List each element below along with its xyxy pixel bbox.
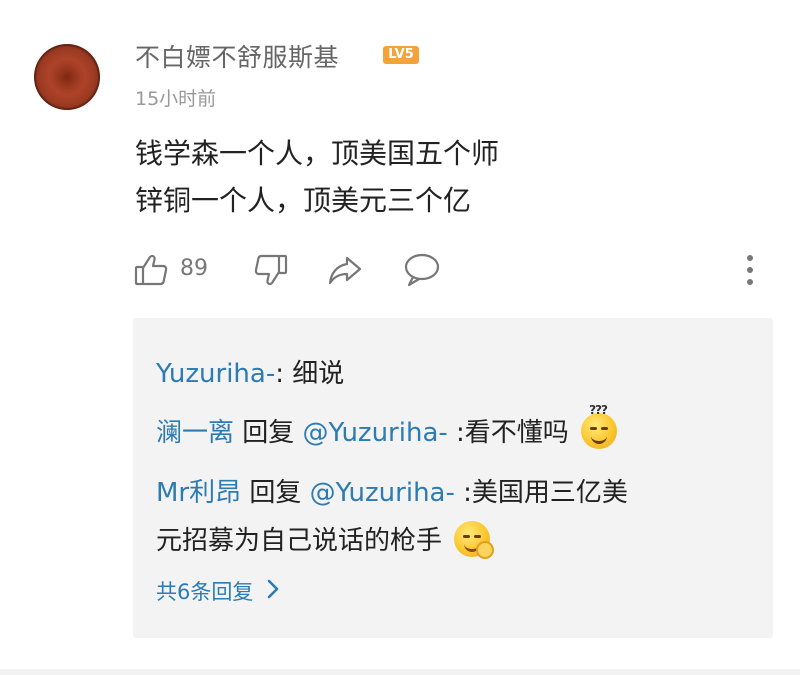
reply-text: 元招募为自己说话的枪手 xyxy=(156,526,443,556)
like-button[interactable] xyxy=(133,252,169,288)
reply-text: :美国用三亿美 xyxy=(454,478,628,508)
more-vertical-icon[interactable] xyxy=(743,254,757,286)
level-badge: LV5 xyxy=(383,46,419,64)
reply-item[interactable]: Mr利昂 回复 @Yuzuriha- :美国用三亿美 xyxy=(156,472,628,509)
thumbs-down-icon xyxy=(253,252,289,288)
comment-line: 钱学森一个人，顶美国五个师 xyxy=(135,137,500,170)
share-icon xyxy=(327,252,363,288)
confused-face-emoji-icon: ??? xyxy=(581,403,618,449)
reply-item-continued[interactable]: 元招募为自己说话的枪手 xyxy=(156,520,495,559)
section-divider xyxy=(0,669,800,675)
reply-text: :看不懂吗 xyxy=(447,418,569,448)
view-more-replies-link[interactable]: 共6条回复 xyxy=(156,576,279,606)
reply-author[interactable]: Yuzuriha- xyxy=(156,359,275,389)
reply-word: 回复 xyxy=(241,478,310,508)
dislike-button[interactable] xyxy=(253,252,289,288)
reply-separator: : xyxy=(275,359,293,389)
comment-timestamp: 15小时前 xyxy=(135,88,217,110)
avatar[interactable] xyxy=(34,44,100,110)
reply-target-mention[interactable]: @Yuzuriha- xyxy=(310,478,455,508)
reply-item[interactable]: 澜一离 回复 @Yuzuriha- :看不懂吗 ??? xyxy=(156,403,618,449)
chevron-right-icon xyxy=(267,579,279,604)
reply-text: 细说 xyxy=(292,359,345,389)
share-button[interactable] xyxy=(327,252,363,288)
reply-word: 回复 xyxy=(234,418,303,448)
reply-preview-box[interactable]: Yuzuriha-: 细说 澜一离 回复 @Yuzuriha- :看不懂吗 ??… xyxy=(133,318,773,638)
reply-item[interactable]: Yuzuriha-: 细说 xyxy=(156,353,344,390)
comment-username[interactable]: 不白嫖不舒服斯基 xyxy=(135,38,339,74)
comment-icon xyxy=(403,252,441,288)
money-mouth-face-emoji-icon xyxy=(454,521,495,559)
reply-author[interactable]: Mr利昂 xyxy=(156,478,241,508)
reply-target-mention[interactable]: @Yuzuriha- xyxy=(303,418,448,448)
reply-button[interactable] xyxy=(403,252,441,288)
more-replies-label: 共6条回复 xyxy=(156,580,254,604)
comment-body: 钱学森一个人，顶美国五个师 锌铜一个人，顶美元三个亿 xyxy=(135,130,499,224)
thumbs-up-icon xyxy=(133,252,169,288)
reply-author[interactable]: 澜一离 xyxy=(156,418,234,448)
comment-line: 锌铜一个人，顶美元三个亿 xyxy=(135,184,472,217)
comment-page: 不白嫖不舒服斯基 LV5 15小时前 钱学森一个人，顶美国五个师 锌铜一个人，顶… xyxy=(0,0,800,675)
like-count: 89 xyxy=(180,256,208,281)
